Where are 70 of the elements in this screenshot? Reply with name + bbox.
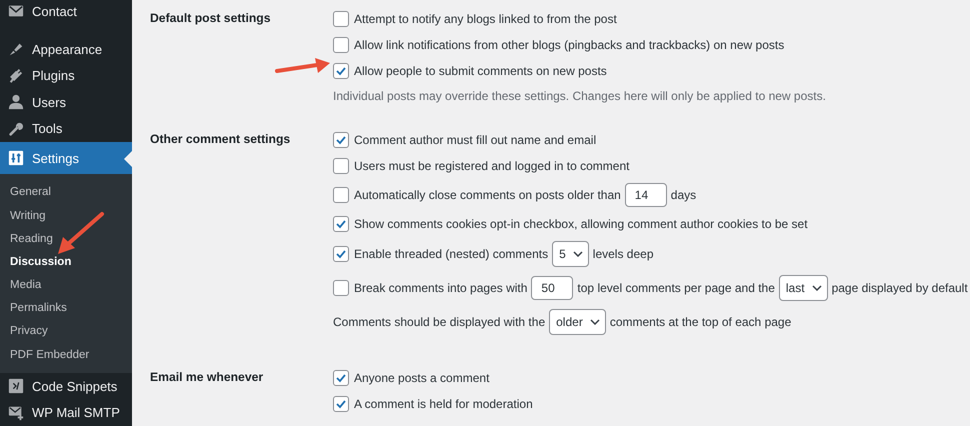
sliders-icon bbox=[8, 150, 24, 166]
chevron-icon bbox=[572, 251, 583, 257]
envelope-icon bbox=[8, 3, 24, 20]
check-icon bbox=[335, 134, 347, 146]
checkbox[interactable] bbox=[333, 370, 349, 386]
checkbox[interactable] bbox=[333, 396, 349, 412]
checkbox[interactable] bbox=[333, 187, 349, 203]
submenu-item[interactable]: Media bbox=[0, 274, 132, 298]
user-icon bbox=[8, 94, 24, 110]
check-icon bbox=[335, 218, 347, 230]
mail-plus-icon bbox=[8, 404, 24, 421]
chevron-icon bbox=[812, 285, 822, 291]
option-label: Users must be registered and logged in to comment bbox=[354, 159, 630, 173]
option-label: days bbox=[670, 188, 696, 202]
option-label: Allow people to submit comments on new posts bbox=[354, 64, 607, 78]
checkbox[interactable] bbox=[333, 216, 349, 232]
chevron-icon bbox=[590, 319, 600, 325]
submenu-item[interactable]: Reading bbox=[0, 228, 132, 251]
option-label: A comment is held for moderation bbox=[354, 397, 533, 411]
checkbox[interactable] bbox=[333, 246, 349, 262]
menu-item[interactable]: Tools bbox=[0, 116, 132, 142]
number-field[interactable]: 50 bbox=[531, 276, 574, 300]
submenu-item[interactable]: Permalinks bbox=[0, 297, 132, 320]
dropdown[interactable]: older bbox=[549, 309, 606, 335]
option-label: Show comments cookies opt-in checkbox, allowing comment author cookies to be set bbox=[354, 217, 808, 231]
plug-icon bbox=[8, 68, 24, 84]
menu-item[interactable]: WP Mail SMTP bbox=[0, 399, 132, 426]
check-icon bbox=[335, 65, 347, 77]
section-label: Other comment settings bbox=[150, 131, 292, 146]
checkbox[interactable] bbox=[333, 132, 349, 148]
option-label: Attempt to notify any blogs linked to from the post bbox=[354, 12, 617, 26]
checkbox[interactable] bbox=[333, 280, 349, 296]
option-label: Automatically close comments on posts older than bbox=[354, 188, 621, 202]
number-field[interactable]: 14 bbox=[624, 183, 667, 207]
submenu-item[interactable]: PDF Embedder bbox=[0, 344, 132, 367]
menu-item[interactable]: Users bbox=[0, 88, 132, 116]
dropdown[interactable]: last bbox=[778, 275, 828, 301]
section-label: Email me whenever bbox=[150, 369, 264, 384]
check-icon bbox=[335, 398, 347, 410]
submenu-item[interactable]: Privacy bbox=[0, 320, 132, 344]
submenu-item[interactable]: Discussion bbox=[0, 250, 132, 274]
option-label: comments at the top of each page bbox=[610, 315, 792, 329]
menu-item[interactable]: Code Snippets bbox=[0, 372, 132, 400]
option-label: Allow link notifications from other blogs (pingbacks and trackbacks) on new posts bbox=[354, 38, 784, 52]
submenu-item[interactable]: Writing bbox=[0, 204, 132, 228]
checkbox[interactable] bbox=[333, 63, 349, 79]
check-icon bbox=[335, 248, 347, 260]
option-label: top level comments per page and the bbox=[577, 281, 775, 295]
section-label: Default post settings bbox=[150, 10, 272, 25]
menu-item[interactable]: Appearance bbox=[0, 36, 132, 62]
menu-item[interactable]: Settings bbox=[0, 142, 132, 174]
option-label: levels deep bbox=[592, 247, 654, 261]
checkbox[interactable] bbox=[333, 37, 349, 53]
dropdown[interactable]: 5 bbox=[552, 241, 589, 267]
submenu-item[interactable]: General bbox=[0, 181, 132, 205]
option-label: Break comments into pages with bbox=[354, 281, 528, 295]
checkbox[interactable] bbox=[333, 158, 349, 174]
option-label: page displayed by default bbox=[832, 281, 968, 295]
option-label: Comments should be displayed with the bbox=[333, 315, 546, 329]
menu-item[interactable]: Contact bbox=[0, 0, 132, 23]
description-text: Individual posts may override these settings. Changes here will only be applied to new posts. bbox=[333, 89, 826, 103]
code-icon bbox=[8, 378, 24, 394]
brush-icon bbox=[8, 41, 24, 58]
option-label: Comment author must fill out name and email bbox=[354, 133, 596, 147]
option-label: Enable threaded (nested) comments bbox=[354, 247, 548, 261]
wrench-icon bbox=[8, 120, 24, 137]
checkbox[interactable] bbox=[333, 11, 349, 27]
check-icon bbox=[335, 372, 347, 384]
menu-item[interactable]: Plugins bbox=[0, 62, 132, 89]
option-label: Anyone posts a comment bbox=[354, 371, 490, 385]
